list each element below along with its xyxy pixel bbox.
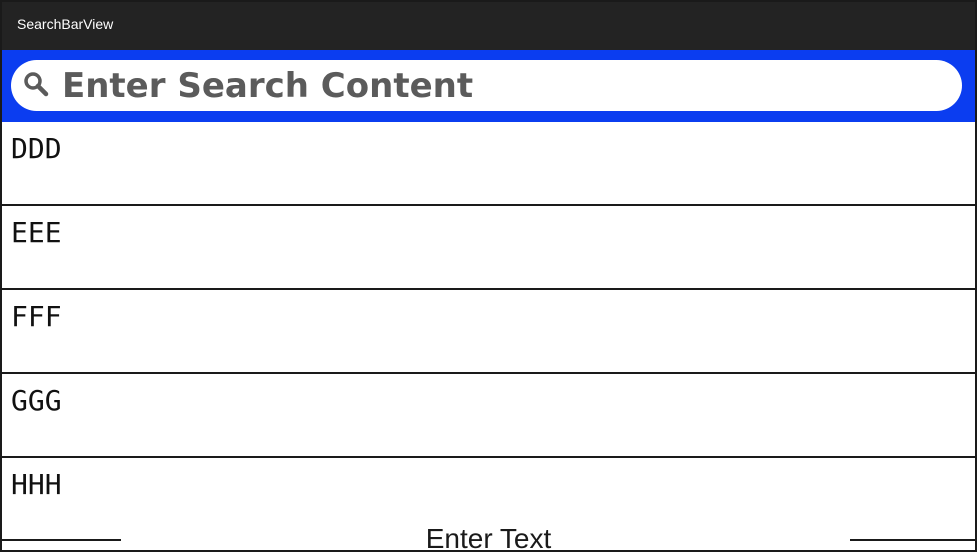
list-item[interactable]: FFF bbox=[2, 290, 975, 374]
title-bar: SearchBarView bbox=[2, 2, 975, 50]
list-item[interactable]: EEE bbox=[2, 206, 975, 290]
search-bar-container: Enter Search Content bbox=[2, 50, 975, 122]
text-input[interactable]: Enter Text bbox=[2, 522, 975, 552]
search-input[interactable]: Enter Search Content bbox=[11, 60, 962, 111]
list-item-label: FFF bbox=[11, 300, 62, 333]
app-title: SearchBarView bbox=[17, 16, 114, 32]
list-item-label: DDD bbox=[11, 132, 62, 165]
list-item-label: HHH bbox=[11, 468, 62, 501]
list-item[interactable]: DDD bbox=[2, 122, 975, 206]
search-icon bbox=[24, 72, 49, 97]
list-item-label: GGG bbox=[11, 384, 62, 417]
list-item[interactable]: GGG bbox=[2, 374, 975, 458]
list-item-label: EEE bbox=[11, 216, 62, 249]
text-input-placeholder: Enter Text bbox=[425, 523, 552, 552]
app-window: SearchBarView Enter Search Content DDD E… bbox=[0, 0, 977, 552]
search-placeholder: Enter Search Content bbox=[62, 66, 474, 106]
result-list: DDD EEE FFF GGG HHH bbox=[2, 122, 975, 540]
